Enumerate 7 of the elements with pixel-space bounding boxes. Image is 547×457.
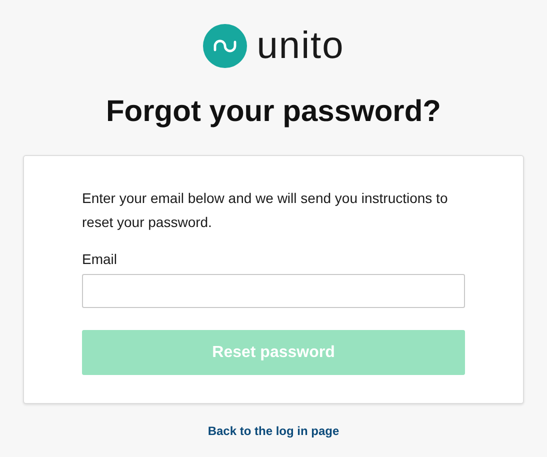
email-input-field[interactable] [82,274,465,308]
email-label: Email [82,250,118,268]
page-title: Forgot your password? [106,94,441,130]
instructions-text: Enter your email below and we will send you instructions to reset your password. [82,189,449,232]
logo-wordmark: unito [256,25,344,67]
logo-icon [202,24,247,68]
back-to-login-link[interactable]: Back to the log in page [208,424,340,438]
